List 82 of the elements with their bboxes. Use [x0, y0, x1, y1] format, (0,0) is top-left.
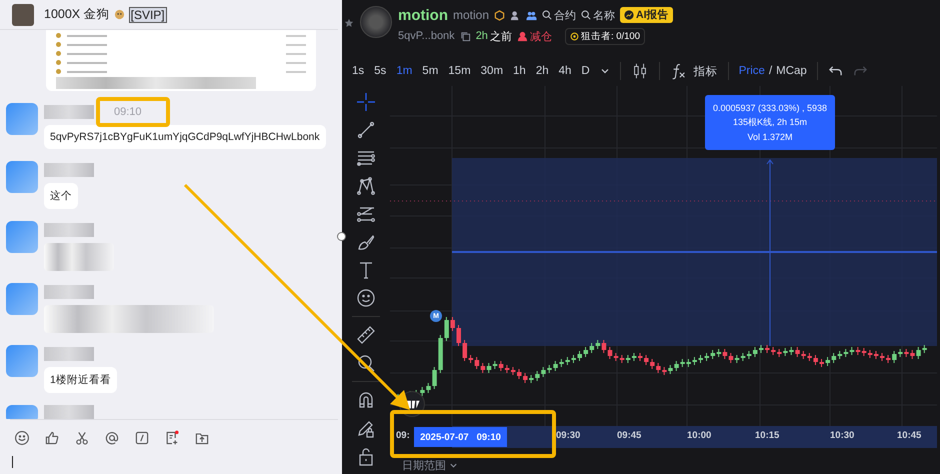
title-badge: [SVIP]	[128, 6, 167, 22]
time-axis-label: 09:30	[556, 430, 580, 441]
undo-icon[interactable]	[828, 64, 843, 78]
thumbs-up-icon[interactable]	[44, 430, 60, 446]
search-link[interactable]: 名称	[581, 8, 616, 22]
user-avatar	[6, 405, 38, 419]
tooltip-line: Vol 1.372M	[747, 132, 793, 142]
dog-icon	[114, 9, 125, 20]
user-avatar	[6, 345, 38, 377]
indicators-button[interactable]: 指标	[670, 62, 718, 80]
message-bubble: 5qvPyRS7j1cBYgFuK1umYjqGCdP9qLwfYjHBCHwLbonk	[44, 125, 326, 149]
at-sign-icon[interactable]	[104, 430, 120, 446]
tooltip-line: 0.0005937 (333.03%) , 5938	[712, 103, 828, 113]
token-avatar	[360, 6, 392, 38]
time-axis-label: 10:15	[755, 430, 780, 441]
star-icon[interactable]	[344, 18, 354, 28]
interval-tab[interactable]: 30m	[480, 65, 504, 77]
user-avatar	[6, 283, 38, 315]
blurred-name	[44, 405, 94, 419]
blurred-name	[44, 163, 94, 177]
crosshair-icon[interactable]	[356, 92, 376, 112]
interval-tab[interactable]: D	[581, 65, 590, 77]
blurred-message	[44, 243, 114, 271]
sniper-badge: 狙击者: 0/100	[564, 28, 645, 44]
ruler-icon[interactable]	[356, 325, 376, 345]
user-avatar	[6, 221, 38, 253]
price-mode-toggle[interactable]: Price	[738, 65, 765, 77]
interval-tab[interactable]: 2h	[536, 65, 549, 77]
command-icon[interactable]	[134, 430, 150, 446]
blurred-name	[44, 223, 94, 237]
chart-icon	[624, 10, 634, 20]
price-mode-toggle[interactable]: MCap	[776, 65, 807, 77]
mode-separator: /	[768, 65, 772, 77]
chevron-down-icon[interactable]	[600, 66, 610, 76]
blurred-name	[44, 285, 94, 299]
crosshair-date-label: 2025-07-07 09:10	[414, 427, 507, 447]
zoom-icon[interactable]	[356, 353, 376, 373]
token-name: motion	[398, 6, 448, 24]
emoji-icon[interactable]	[14, 430, 30, 446]
note-add-icon[interactable]	[164, 430, 180, 446]
person-icon	[516, 30, 528, 42]
age-suffix: 之前	[490, 30, 512, 44]
time-axis-label: 09:45	[617, 430, 642, 441]
pattern-icon[interactable]	[356, 176, 376, 196]
message-bubble: 这个	[44, 183, 78, 209]
interval-tab[interactable]: 15m	[448, 65, 471, 77]
interval-tab[interactable]: 5m	[422, 65, 438, 77]
user-avatar	[6, 103, 38, 135]
search-icon	[542, 10, 552, 20]
interval-tab[interactable]: 1m	[396, 65, 412, 77]
trade-tag: 减仓	[530, 28, 552, 44]
message-time: 09:10	[113, 106, 143, 118]
token-symbol: motion	[453, 8, 490, 22]
interval-tab[interactable]: 1h	[513, 65, 526, 77]
smiley-icon[interactable]	[356, 288, 376, 308]
group-avatar	[12, 4, 34, 26]
message-bubble: 1楼附近看看	[44, 367, 117, 393]
tooltip-line: 135根K线, 2h 15m	[732, 116, 808, 129]
age-value: 2h	[476, 30, 488, 42]
interval-tab[interactable]: 5s	[374, 65, 386, 77]
user-avatar	[6, 161, 38, 193]
search-link[interactable]: 合约	[542, 8, 576, 22]
blurred-name	[44, 347, 94, 361]
ai-report-button[interactable]: AI报告	[620, 7, 673, 23]
scissors-icon[interactable]	[74, 430, 90, 446]
copy-icon[interactable]	[460, 30, 471, 42]
time-axis-label: 10:30	[830, 430, 854, 441]
chat-title: 1000X 金狗	[44, 6, 110, 23]
target-icon	[570, 32, 579, 40]
users-icon[interactable]	[526, 10, 538, 20]
chevron-down-icon	[449, 461, 458, 470]
date-range-dropdown[interactable]: 日期范围	[402, 458, 458, 473]
hexagon-icon[interactable]	[494, 10, 506, 20]
time-axis-label: 09:	[396, 430, 410, 441]
search-icon	[581, 10, 592, 20]
time-axis-label: 10:45	[897, 430, 922, 441]
time-axis-label: 10:00	[687, 430, 712, 441]
blurred-name	[44, 105, 94, 119]
interval-tab[interactable]: 1s	[352, 65, 364, 77]
token-address: 5qvP...bonk	[398, 30, 455, 42]
interval-tab[interactable]: 4h	[558, 65, 572, 77]
line-icon[interactable]	[356, 120, 376, 140]
